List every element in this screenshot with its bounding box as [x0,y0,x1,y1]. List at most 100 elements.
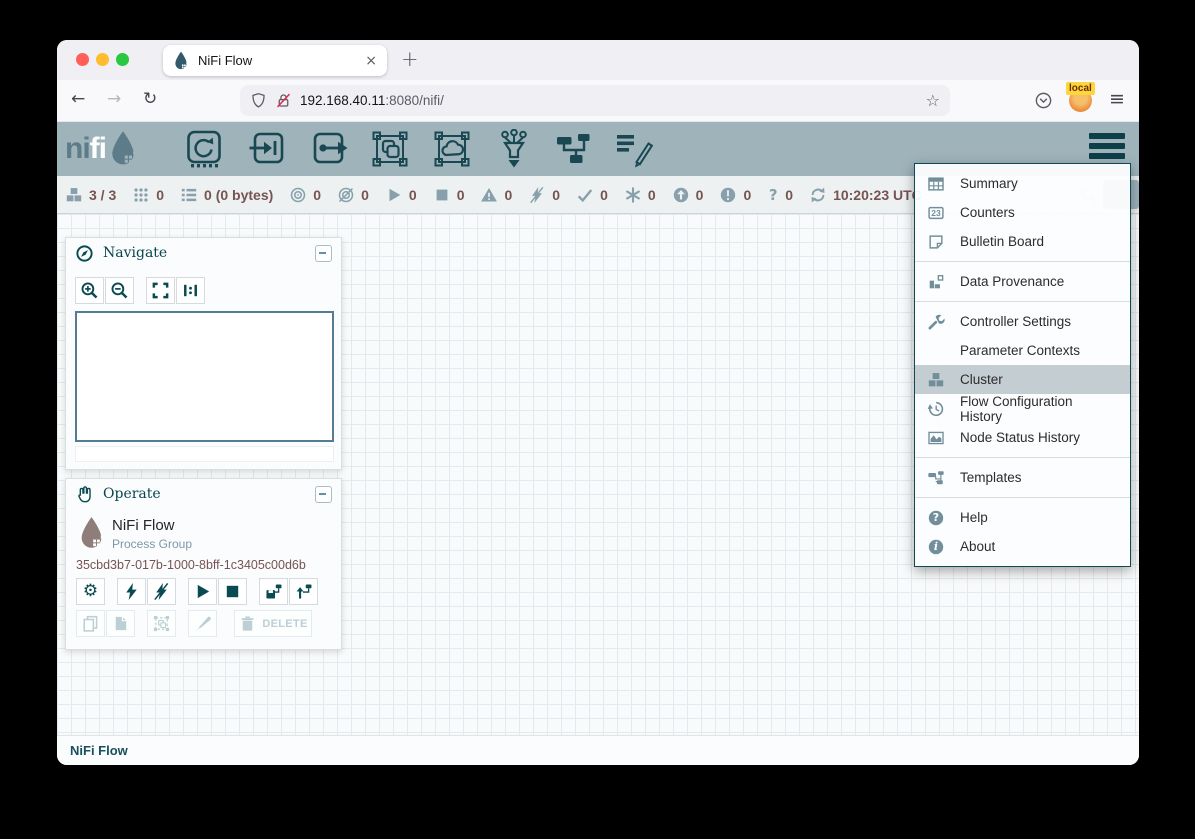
menu-label: Data Provenance [960,274,1064,289]
copy-button[interactable] [76,610,105,637]
navigate-collapse-button[interactable] [315,245,332,262]
menu-item-cluster[interactable]: Cluster [915,365,1130,394]
nifi-logo: nifi [65,130,138,168]
menu-item-bulletin-board[interactable]: Bulletin Board [915,227,1130,256]
menu-item-templates[interactable]: Templates [915,463,1130,492]
delete-button[interactable]: DELETE [234,610,312,637]
breadcrumb[interactable]: NiFi Flow [70,743,128,758]
zoom-actual-size-button[interactable] [176,277,205,304]
table-icon [927,175,945,193]
start-button[interactable] [188,578,217,605]
bookmark-star-icon[interactable]: ☆ [926,91,940,110]
configuration-button[interactable]: ⚙ [76,578,105,605]
logo-text-fi: fi [90,132,106,166]
menu-item-data-provenance[interactable]: Data Provenance [915,267,1130,296]
new-tab-button[interactable]: + [401,47,419,71]
play-icon [193,582,212,601]
modified-and-stale-status: 0 [719,186,751,204]
active-threads-count: 0 [156,187,164,203]
fit-icon [151,281,170,300]
input-port-component-icon[interactable] [248,129,288,169]
browser-tab[interactable]: NiFi Flow × [163,45,387,76]
shield-icon[interactable] [250,92,267,109]
browser-menu-icon[interactable]: ≡ [1109,88,1125,110]
pocket-icon[interactable] [1034,91,1053,110]
up-to-date-status: 0 [576,186,608,204]
menu-item-node-status-history[interactable]: Node Status History [915,423,1130,452]
zoom-in-icon [80,281,99,300]
menu-item-help[interactable]: ? Help [915,503,1130,532]
url-path: :8080/nifi/ [385,93,444,108]
menu-item-about[interactable]: i About [915,532,1130,561]
group-button[interactable] [147,610,176,637]
menu-separator [915,457,1130,458]
not-transmitting-icon [337,186,355,204]
zoom-in-button[interactable] [75,277,104,304]
menu-item-counters[interactable]: 23 Counters [915,198,1130,227]
invalid-warning-icon [480,186,498,204]
save-template-button[interactable] [259,578,288,605]
stop-button[interactable] [218,578,247,605]
compass-icon [75,244,94,263]
menu-label: About [960,539,995,554]
trash-icon [238,614,257,633]
template-component-icon[interactable] [554,129,594,169]
birdseye-brush[interactable] [75,446,334,462]
locally-modified-count: 0 [648,187,656,203]
nifi-app: nifi 3 / 3 0 [57,122,1139,765]
reload-button[interactable]: ↻ [143,89,157,109]
menu-label: Parameter Contexts [960,343,1080,358]
paste-icon [111,614,130,633]
funnel-component-icon[interactable] [494,129,534,169]
stale-count: 0 [696,187,704,203]
template-icon [927,469,945,487]
menu-item-flow-configuration-history[interactable]: Flow Configuration History [915,394,1130,423]
locally-modified-status: 0 [624,186,656,204]
traffic-minimize-button[interactable] [96,53,109,66]
sync-failure-count: 0 [785,187,793,203]
process-group-drop-icon [78,516,105,551]
transmitting-status: 0 [289,186,321,204]
running-status: 0 [385,186,417,204]
about-icon-glyph: i [927,540,945,553]
profile-badge: local [1066,82,1095,95]
disable-button[interactable] [147,578,176,605]
refresh-icon[interactable] [809,186,827,204]
back-button[interactable]: ← [71,89,85,109]
traffic-zoom-button[interactable] [116,53,129,66]
menu-item-parameter-contexts[interactable]: Parameter Contexts [915,336,1130,365]
tab-close-icon[interactable]: × [365,53,377,69]
transmitting-count: 0 [313,187,321,203]
queued-list-icon [180,186,198,204]
global-menu-button[interactable] [1089,133,1125,165]
not-transmitting-count: 0 [361,187,369,203]
upload-template-button[interactable] [289,578,318,605]
insecure-lock-icon[interactable] [275,92,292,109]
zoom-fit-button[interactable] [146,277,175,304]
menu-item-controller-settings[interactable]: Controller Settings [915,307,1130,336]
process-group-component-icon[interactable] [370,129,410,169]
forward-button[interactable]: → [107,89,121,109]
birdseye-view[interactable] [75,311,334,442]
fill-color-button[interactable] [188,610,217,637]
connected-nodes-status: 3 / 3 [65,186,116,204]
remote-process-group-component-icon[interactable] [432,129,472,169]
url-bar[interactable]: 192.168.40.11:8080/nifi/ ☆ [240,85,950,116]
exclamation-circle-icon [719,186,737,204]
navigate-panel-header: Navigate [66,238,341,268]
label-component-icon[interactable] [615,129,655,169]
zoom-out-button[interactable] [105,277,134,304]
global-menu: Summary 23 Counters Bulletin Board Data … [914,163,1131,567]
connected-nodes-count: 3 / 3 [89,187,116,203]
menu-label: Bulletin Board [960,234,1044,249]
invalid-count: 0 [504,187,512,203]
operate-collapse-button[interactable] [315,486,332,503]
traffic-close-button[interactable] [76,53,89,66]
output-port-component-icon[interactable] [309,129,349,169]
arrow-up-circle-icon [672,186,690,204]
processor-component-icon[interactable] [184,129,224,169]
tab-strip: NiFi Flow × + [57,40,1139,80]
paste-button[interactable] [106,610,135,637]
enable-button[interactable] [117,578,146,605]
menu-item-summary[interactable]: Summary [915,169,1130,198]
